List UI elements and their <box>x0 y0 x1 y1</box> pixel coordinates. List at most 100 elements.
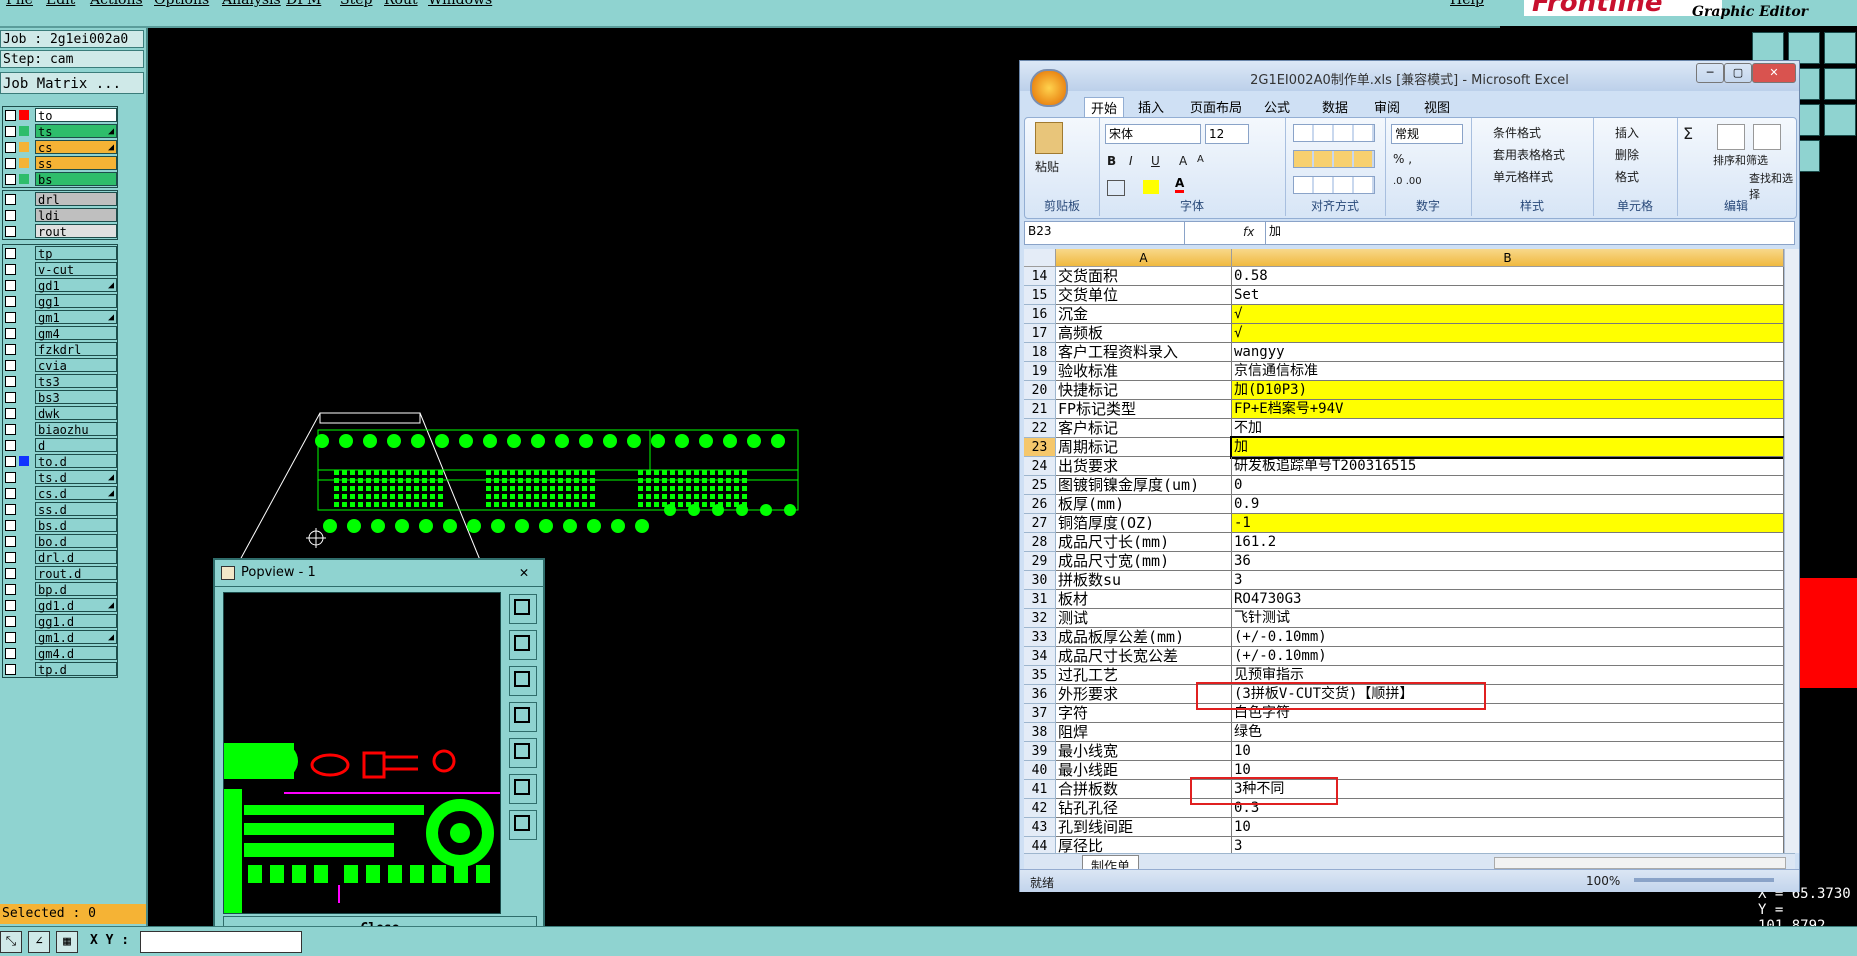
job-matrix-button[interactable]: Job Matrix ... <box>0 72 144 94</box>
layer-name[interactable]: gm4 <box>35 326 117 341</box>
layer-row-ss-d[interactable]: ss.d <box>3 501 117 517</box>
row-header[interactable]: 15 <box>1024 286 1056 305</box>
layer-checkbox[interactable] <box>5 248 16 259</box>
cell-b[interactable]: 3 <box>1232 837 1784 853</box>
layer-name[interactable]: bs <box>35 172 117 187</box>
paste-icon[interactable] <box>1035 122 1063 154</box>
layer-name[interactable]: dwk <box>35 406 117 421</box>
layer-checkbox[interactable] <box>5 312 16 323</box>
layer-checkbox[interactable] <box>5 440 16 451</box>
layer-name[interactable]: ss.d <box>35 502 117 517</box>
maximize-icon[interactable]: ▢ <box>1724 63 1752 83</box>
layer-row-drl-d[interactable]: drl.d <box>3 549 117 565</box>
layer-checkbox[interactable] <box>5 264 16 275</box>
font-color-icon[interactable]: A <box>1175 176 1185 193</box>
row-header[interactable]: 16 <box>1024 305 1056 324</box>
layer-name[interactable]: to.d <box>35 454 117 469</box>
layer-checkbox[interactable] <box>5 472 16 483</box>
layer-checkbox[interactable] <box>5 344 16 355</box>
row-header[interactable]: 38 <box>1024 723 1056 742</box>
layer-row-rout[interactable]: rout <box>3 223 117 239</box>
cell-a[interactable]: FP标记类型 <box>1056 400 1232 419</box>
cell-a[interactable]: 铜箔厚度(OZ) <box>1056 514 1232 533</box>
layer-row-ts3[interactable]: ts3 <box>3 373 117 389</box>
layer-checkbox[interactable] <box>5 520 16 531</box>
cell-b[interactable]: wangyy <box>1232 343 1784 362</box>
cell-b[interactable]: 飞针测试 <box>1232 609 1784 628</box>
cell-b[interactable]: 0.9 <box>1232 495 1784 514</box>
layer-checkbox[interactable] <box>5 210 16 221</box>
ribbon-tab[interactable]: 插入 <box>1138 97 1164 116</box>
cell-b[interactable]: RO4730G3 <box>1232 590 1784 609</box>
layer-name[interactable]: v-cut <box>35 262 117 277</box>
layer-checkbox[interactable] <box>5 632 16 643</box>
layer-name[interactable]: ts.d ◢ <box>35 470 117 485</box>
layer-row-ts[interactable]: ts ◢ <box>3 123 117 139</box>
layer-checkbox[interactable] <box>5 376 16 387</box>
cell-a[interactable]: 客户标记 <box>1056 419 1232 438</box>
layer-name[interactable]: drl.d <box>35 550 117 565</box>
layer-row-bs3[interactable]: bs3 <box>3 389 117 405</box>
decimal-buttons[interactable]: .0 .00 <box>1393 176 1422 187</box>
cell-b[interactable]: (+/-0.10mm) <box>1232 647 1784 666</box>
tool-button[interactable] <box>1824 104 1856 136</box>
layer-checkbox[interactable] <box>5 392 16 403</box>
layer-checkbox[interactable] <box>5 488 16 499</box>
layer-row-gm1-d[interactable]: gm1.d ◢ <box>3 629 117 645</box>
layer-checkbox[interactable] <box>5 648 16 659</box>
layer-row-drl[interactable]: drl <box>3 191 117 207</box>
ribbon-tab[interactable]: 审阅 <box>1374 97 1400 116</box>
row-header[interactable]: 43 <box>1024 818 1056 837</box>
zoom-slider[interactable] <box>1634 878 1774 882</box>
layer-row-bo-d[interactable]: bo.d <box>3 533 117 549</box>
paste-button[interactable]: 粘贴 <box>1035 158 1059 175</box>
close-icon[interactable]: ✕ <box>513 562 535 582</box>
layer-row-ts-d[interactable]: ts.d ◢ <box>3 469 117 485</box>
ribbon-tab[interactable]: 公式 <box>1264 97 1290 116</box>
row-header[interactable]: 37 <box>1024 704 1056 723</box>
layer-checkbox[interactable] <box>5 584 16 595</box>
popview-fit-button[interactable] <box>509 774 537 804</box>
popview-right-button[interactable] <box>509 738 537 768</box>
cell-a[interactable]: 成品板厚公差(mm) <box>1056 628 1232 647</box>
cell-b[interactable]: -1 <box>1232 514 1784 533</box>
layer-name[interactable]: gg1.d <box>35 614 117 629</box>
row-header[interactable]: 34 <box>1024 647 1056 666</box>
minimize-icon[interactable]: ─ <box>1696 63 1724 83</box>
layer-row-bs[interactable]: bs <box>3 171 117 187</box>
insert-cells-button[interactable]: 插入 <box>1615 124 1639 141</box>
row-header[interactable]: 44 <box>1024 837 1056 853</box>
layer-name[interactable]: d <box>35 438 117 453</box>
cell-b[interactable]: FP+E档案号+94V <box>1232 400 1784 419</box>
conditional-format-button[interactable]: 条件格式 <box>1493 124 1541 141</box>
layer-name[interactable]: ss <box>35 156 117 171</box>
ribbon-tab[interactable]: 开始 <box>1084 97 1125 118</box>
layer-checkbox[interactable] <box>5 504 16 515</box>
layer-checkbox[interactable] <box>5 194 16 205</box>
layer-name[interactable]: gm1 ◢ <box>35 310 117 325</box>
excel-titlebar[interactable]: 2G1EI002A0制作单.xls [兼容模式] - Microsoft Exc… <box>1020 61 1799 91</box>
popview-left-button[interactable] <box>509 702 537 732</box>
layer-name[interactable]: rout <box>35 224 117 239</box>
layer-row-d[interactable]: d <box>3 437 117 453</box>
cell-b[interactable]: 京信通信标准 <box>1232 362 1784 381</box>
layer-name[interactable]: ldi <box>35 208 117 223</box>
layer-row-dwk[interactable]: dwk <box>3 405 117 421</box>
row-header[interactable]: 21 <box>1024 400 1056 419</box>
layer-checkbox[interactable] <box>5 328 16 339</box>
sort-filter-button[interactable]: 排序和筛选 <box>1713 152 1768 168</box>
layer-name[interactable]: tp <box>35 246 117 261</box>
layer-checkbox[interactable] <box>5 226 16 237</box>
layer-row-gm4[interactable]: gm4 <box>3 325 117 341</box>
row-header[interactable]: 23 <box>1024 438 1056 457</box>
layer-name[interactable]: bs3 <box>35 390 117 405</box>
cell-a[interactable]: 高频板 <box>1056 324 1232 343</box>
cell-a[interactable]: 板材 <box>1056 590 1232 609</box>
cell-a[interactable]: 成品尺寸长宽公差 <box>1056 647 1232 666</box>
layer-checkbox[interactable] <box>5 296 16 307</box>
cell-a[interactable]: 拼板数su <box>1056 571 1232 590</box>
cell-a[interactable]: 沉金 <box>1056 305 1232 324</box>
vertical-scrollbar[interactable] <box>1784 249 1799 853</box>
cell-a[interactable]: 周期标记 <box>1056 438 1232 457</box>
column-header-a[interactable]: A <box>1056 249 1232 267</box>
